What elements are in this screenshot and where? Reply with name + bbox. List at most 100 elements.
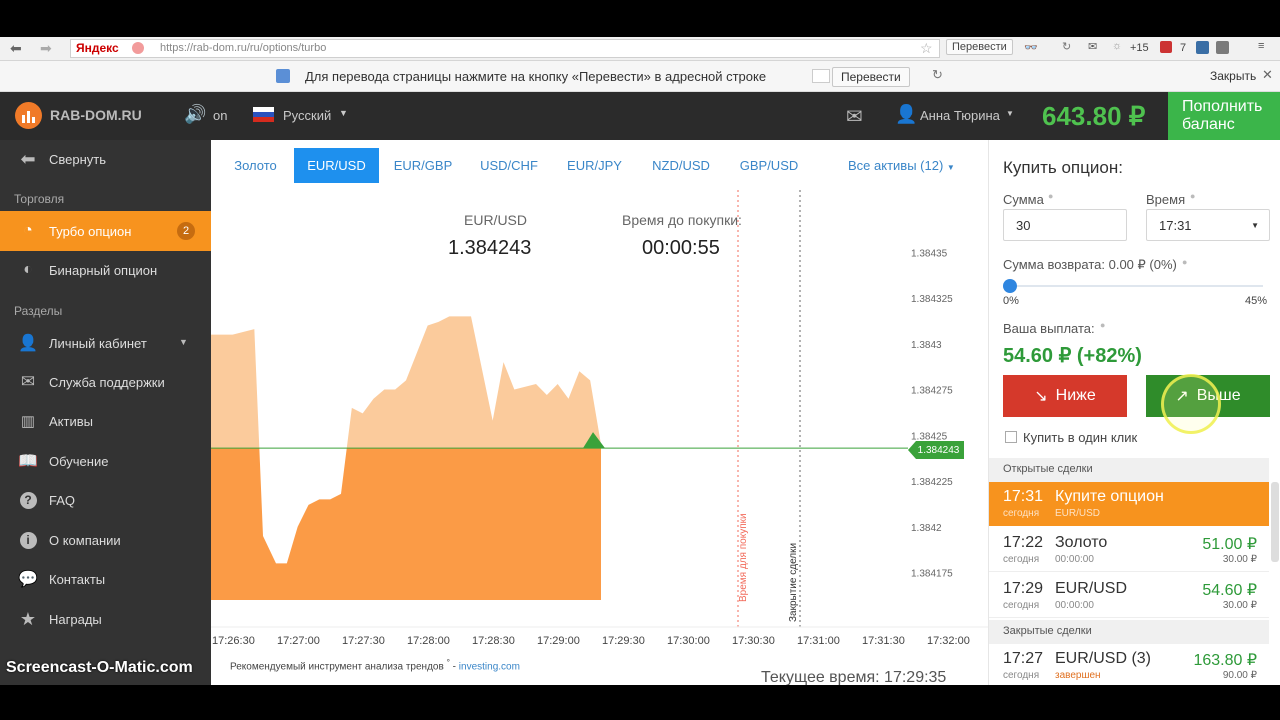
user-chevron-icon[interactable]: ▼ [1006,109,1014,118]
deal-row[interactable]: 17:29 сегодня EUR/USD 00:00:00 54.60 ₽ 3… [989,574,1269,618]
deal-sub: 00:00:00 [1055,554,1094,565]
oneclick-label[interactable]: Купить в один клик [1023,430,1137,445]
investing-link[interactable]: investing.com [459,661,520,672]
sidebar-item-about[interactable]: i О компании [0,521,211,559]
mail-count: 7 [1180,42,1187,54]
language-select[interactable]: Русский [283,108,331,123]
price-chart[interactable]: Время для покупки Закрытие сделки 1.38435 1… [211,140,988,685]
bottom-black-bar [0,685,1280,720]
yandex-logo[interactable]: Яндекс [76,41,119,55]
sidebar-item-binary[interactable]: ◐ Бинарный опцион [0,251,211,289]
footnote: Рекомендуемый инструмент анализа трендов… [230,657,520,673]
book-icon: 📖 [18,453,38,470]
weather-text: +15 [1130,42,1149,54]
oneclick-checkbox[interactable] [1005,431,1017,443]
chart-pair-label: EUR/USD [464,212,528,228]
translate-toggle[interactable] [812,69,830,83]
logo-text[interactable]: RAB-DOM.RU [50,107,142,123]
return-label: Сумма возврата: 0.00 ₽ (0%) [1003,257,1177,272]
ext-icon-2[interactable] [1216,41,1229,54]
glasses-icon[interactable]: 👓 [1024,41,1038,54]
deal-paid: 30.00 ₽ [1222,600,1257,611]
y-tick-label: 1.384325 [911,294,953,305]
translate-reload-icon[interactable]: ↻ [932,67,943,83]
sidebar-collapse[interactable]: ⬅ Свернуть [0,140,211,178]
countdown: 00:00:55 [642,237,720,259]
y-tick-label: 1.384225 [911,477,953,488]
lower-button[interactable]: ↘ Ниже [1003,375,1127,417]
y-tick-label: 1.384175 [911,569,953,580]
sum-input[interactable]: 30 [1003,209,1127,241]
payout-value: 54.60 ₽ (+82%) [1003,345,1142,367]
browser-translate-button[interactable]: Перевести [946,39,1013,55]
translate-bar-button[interactable]: Перевести [832,67,910,87]
x-tick-label: 17:31:30 [862,635,905,647]
x-tick-label: 17:29:00 [537,635,580,647]
return-help-icon[interactable]: ● [1182,257,1187,267]
user-icon[interactable]: 👤 [895,104,917,125]
sidebar-collapse-label: Свернуть [49,151,107,167]
active-deal-row[interactable]: 17:31 сегодня Купите опцион EUR/USD [989,482,1269,526]
menu-icon[interactable]: ≡ [1258,40,1264,52]
sidebar-item-learning[interactable]: 📖 Обучение [0,442,211,480]
sidebar-item-assets-label: Активы [49,413,93,429]
cursor-highlight [1161,374,1221,434]
time-help-icon[interactable]: ● [1190,191,1195,201]
y-tick-label: 1.3843 [911,340,942,351]
deals-scrollbar[interactable] [1271,482,1279,562]
reload-icon[interactable]: ↻ [1062,40,1071,53]
notify-icon[interactable] [1160,41,1172,53]
sound-state[interactable]: on [213,108,227,123]
time-select[interactable]: 17:31 ▼ [1146,209,1270,241]
sidebar-item-rewards[interactable]: ★ Награды [0,600,211,638]
deposit-line-2: баланс [1182,116,1235,133]
translate-message: Для перевода страницы нажмите на кнопку … [305,69,767,84]
logo-icon[interactable] [15,102,42,129]
info-icon: i [18,530,38,550]
sidebar-item-turbo[interactable]: ◔ Турбо опцион 2 [0,211,211,251]
translate-close[interactable]: Закрыть [1210,69,1256,83]
active-deal-day: сегодня [1003,508,1040,519]
deal-day: сегодня [1003,600,1040,611]
deal-name: Золото [1055,534,1108,551]
ext-icon-1[interactable] [1196,41,1209,54]
translate-notice-bar: Для перевода страницы нажмите на кнопку … [0,61,1280,92]
back-icon[interactable]: ⬅ [10,40,22,57]
user-name[interactable]: Анна Тюрина [920,108,1000,123]
sidebar-item-support-label: Служба поддержки [49,374,165,390]
sidebar-item-support[interactable]: ✉ Служба поддержки [0,363,211,401]
open-deals-header: Открытые сделки [989,458,1269,482]
star-icon[interactable]: ☆ [920,40,933,57]
payout-help-icon[interactable]: ● [1100,320,1105,330]
sidebar-item-cabinet[interactable]: 👤 Личный кабинет ▼ [0,324,211,362]
deal-time: 17:22 [1003,534,1044,551]
url-text[interactable]: https://rab-dom.ru/ru/options/turbo [160,42,326,54]
chevron-down-icon[interactable]: ▼ [339,108,348,118]
open-deals-label: Открытые сделки [1003,463,1093,475]
deal-row[interactable]: 17:22 сегодня Золото 00:00:00 51.00 ₽ 30… [989,528,1269,572]
sidebar: ⬅ Свернуть Торговля ◔ Турбо опцион 2 ◐ Б… [0,140,211,685]
site-icon [132,42,144,54]
sidebar-item-faq-label: FAQ [49,492,76,508]
sound-icon[interactable]: 🔊 [184,104,206,125]
closed-deal-row[interactable]: 17:27 сегодня EUR/USD (3) завершен 163.8… [989,644,1269,688]
sidebar-item-assets[interactable]: ▥ Активы [0,402,211,440]
deposit-button[interactable]: Пополнить баланс [1168,92,1280,140]
return-slider-handle[interactable] [1003,279,1017,293]
russian-flag-icon[interactable] [253,107,274,122]
close-icon[interactable]: ✕ [1262,67,1273,83]
sidebar-item-faq[interactable]: ? FAQ [0,481,211,519]
sidebar-item-contacts[interactable]: 💬 Контакты [0,560,211,598]
buy-option-panel: Купить опцион: Сумма ● 30 Время ● 17:31 ▼… [988,140,1280,688]
sum-help-icon[interactable]: ● [1048,191,1053,201]
weather-icon[interactable]: ☼ [1112,40,1122,52]
envelope-icon: ✉ [20,372,36,391]
translate-icon [276,69,290,83]
mail-icon[interactable]: ✉ [1088,40,1097,53]
return-slider-track[interactable] [1010,285,1263,287]
envelope-icon[interactable]: ✉ [846,104,863,129]
x-tick-label: 17:32:00 [927,635,970,647]
sidebar-item-about-label: О компании [49,532,121,548]
forward-icon[interactable]: ➡ [40,40,52,57]
deal-name: EUR/USD [1055,580,1128,597]
